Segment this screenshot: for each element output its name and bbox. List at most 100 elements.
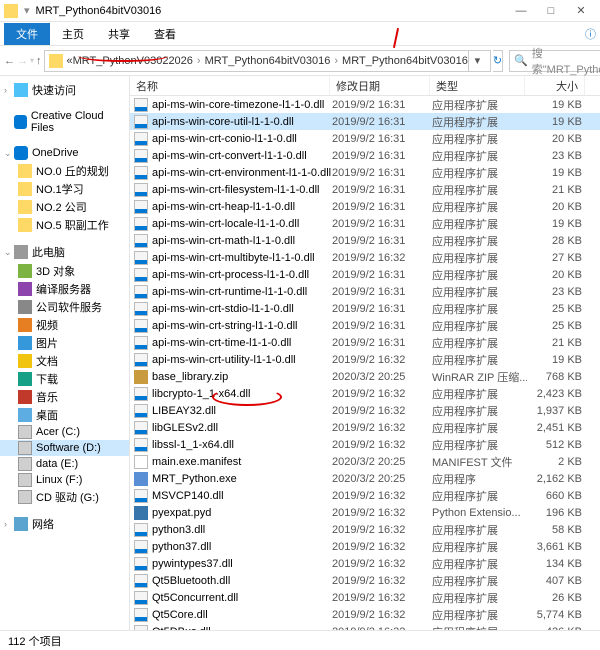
file-row[interactable]: api-ms-win-crt-conio-l1-1-0.dll2019/9/2 … [130,130,600,147]
nav-ccf[interactable]: Creative Cloud Files [0,108,129,136]
nav-onedrive[interactable]: ⌄OneDrive [0,144,129,162]
file-name: api-ms-win-crt-conio-l1-1-0.dll [152,133,332,145]
nav-quick-access[interactable]: ›快速访问 [0,80,129,100]
file-date: 2019/9/2 16:31 [332,116,432,128]
nav-item[interactable]: 图片 [0,334,129,352]
file-row[interactable]: python3.dll2019/9/2 16:32应用程序扩展58 KB [130,521,600,538]
minimize-button[interactable]: — [506,5,536,17]
maximize-button[interactable]: □ [536,5,566,17]
nav-item[interactable]: 下载 [0,370,129,388]
col-name[interactable]: 名称 [130,76,330,95]
tab-home[interactable]: 主页 [50,23,96,45]
nav-item[interactable]: 3D 对象 [0,262,129,280]
file-row[interactable]: api-ms-win-crt-environment-l1-1-0.dll201… [130,164,600,181]
ribbon-help-button[interactable]: ⓘ [585,26,596,42]
tab-file[interactable]: 文件 [4,23,50,45]
search-input[interactable]: 🔍 搜索"MRT_Python64bitV03... [509,50,600,72]
file-row[interactable]: api-ms-win-core-util-l1-1-0.dll2019/9/2 … [130,113,600,130]
nav-network[interactable]: ›网络 [0,514,129,534]
file-row[interactable]: main.exe.manifest2020/3/2 20:25MANIFEST … [130,453,600,470]
nav-item[interactable]: data (E:) [0,456,129,472]
file-row[interactable]: api-ms-win-crt-process-l1-1-0.dll2019/9/… [130,266,600,283]
nav-item[interactable]: NO.2 公司 [0,198,129,216]
nav-item[interactable]: CD 驱动 (G:) [0,488,129,506]
file-date: 2020/3/2 20:25 [332,473,432,485]
file-row[interactable]: api-ms-win-crt-runtime-l1-1-0.dll2019/9/… [130,283,600,300]
chevron-right-icon[interactable]: › [330,55,342,67]
nav-item[interactable]: 视频 [0,316,129,334]
back-button[interactable]: ← [4,50,15,72]
address-dropdown[interactable]: ▾ [468,51,486,71]
nav-item[interactable]: 编译服务器 [0,280,129,298]
file-row[interactable]: libGLESv2.dll2019/9/2 16:32应用程序扩展2,451 K… [130,419,600,436]
file-size: 660 KB [527,490,582,502]
file-row[interactable]: api-ms-win-crt-stdio-l1-1-0.dll2019/9/2 … [130,300,600,317]
nav-item[interactable]: NO.0 丘的规划 [0,162,129,180]
close-button[interactable]: ✕ [566,4,596,17]
nav-item[interactable]: 公司软件服务 [0,298,129,316]
file-row[interactable]: Qt5DBus.dll2019/9/2 16:32应用程序扩展426 KB [130,623,600,630]
file-name: api-ms-win-crt-stdio-l1-1-0.dll [152,303,332,315]
file-list[interactable]: 名称 修改日期 类型 大小 api-ms-win-core-timezone-l… [130,76,600,630]
file-row[interactable]: api-ms-win-crt-heap-l1-1-0.dll2019/9/2 1… [130,198,600,215]
file-type: 应用程序扩展 [432,148,527,164]
file-row[interactable]: MSVCP140.dll2019/9/2 16:32应用程序扩展660 KB [130,487,600,504]
crumb[interactable]: MRT_Python64bitV03016 [205,55,331,67]
file-name: api-ms-win-crt-runtime-l1-1-0.dll [152,286,332,298]
file-size: 28 KB [527,235,582,247]
file-row[interactable]: api-ms-win-core-timezone-l1-1-0.dll2019/… [130,96,600,113]
file-type: 应用程序扩展 [432,352,527,368]
file-type: 应用程序扩展 [432,216,527,232]
nav-item[interactable]: 音乐 [0,388,129,406]
nav-item[interactable]: Software (D:) [0,440,129,456]
file-row[interactable]: libssl-1_1-x64.dll2019/9/2 16:32应用程序扩展51… [130,436,600,453]
file-row[interactable]: api-ms-win-crt-locale-l1-1-0.dll2019/9/2… [130,215,600,232]
recent-dropdown[interactable]: ▾ [30,50,34,72]
nav-item[interactable]: NO.1学习 [0,180,129,198]
address-bar[interactable]: « MRT_PythonV03022026 › MRT_Python64bitV… [44,50,491,72]
refresh-button[interactable]: ↻ [493,50,503,72]
file-row[interactable]: api-ms-win-crt-filesystem-l1-1-0.dll2019… [130,181,600,198]
file-row[interactable]: Qt5Concurrent.dll2019/9/2 16:32应用程序扩展26 … [130,589,600,606]
nav-item[interactable]: Acer (C:) [0,424,129,440]
up-button[interactable]: ↑ [36,50,42,72]
file-date: 2019/9/2 16:31 [332,201,432,213]
col-type[interactable]: 类型 [430,76,525,95]
file-row[interactable]: MRT_Python.exe2020/3/2 20:25应用程序2,162 KB [130,470,600,487]
file-row[interactable]: libcrypto-1_1-x64.dll2019/9/2 16:32应用程序扩… [130,385,600,402]
file-name: api-ms-win-core-util-l1-1-0.dll [152,116,332,128]
file-row[interactable]: pyexpat.pyd2019/9/2 16:32Python Extensio… [130,504,600,521]
tab-share[interactable]: 共享 [96,23,142,45]
nav-item[interactable]: NO.5 职副工作 [0,216,129,234]
col-date[interactable]: 修改日期 [330,76,430,95]
py-icon [134,506,148,520]
dll-icon [134,557,148,571]
chevron-right-icon[interactable]: › [193,55,205,67]
file-row[interactable]: api-ms-win-crt-convert-l1-1-0.dll2019/9/… [130,147,600,164]
file-row[interactable]: api-ms-win-crt-time-l1-1-0.dll2019/9/2 1… [130,334,600,351]
file-row[interactable]: base_library.zip2020/3/2 20:25WinRAR ZIP… [130,368,600,385]
file-row[interactable]: api-ms-win-crt-utility-l1-1-0.dll2019/9/… [130,351,600,368]
file-row[interactable]: api-ms-win-crt-multibyte-l1-1-0.dll2019/… [130,249,600,266]
file-row[interactable]: python37.dll2019/9/2 16:32应用程序扩展3,661 KB [130,538,600,555]
crumb[interactable]: MRT_Python64bitV03016 [342,55,468,67]
file-row[interactable]: Qt5Bluetooth.dll2019/9/2 16:32应用程序扩展407 … [130,572,600,589]
nav-item[interactable]: 文档 [0,352,129,370]
file-row[interactable]: api-ms-win-crt-math-l1-1-0.dll2019/9/2 1… [130,232,600,249]
nav-this-pc[interactable]: ⌄此电脑 [0,242,129,262]
nav-item[interactable]: 桌面 [0,406,129,424]
forward-button[interactable]: → [17,50,28,72]
file-row[interactable]: LIBEAY32.dll2019/9/2 16:32应用程序扩展1,937 KB [130,402,600,419]
dll-icon [134,574,148,588]
col-size[interactable]: 大小 [525,76,585,95]
crumb[interactable]: MRT_PythonV03022026 [73,55,193,67]
file-row[interactable]: pywintypes37.dll2019/9/2 16:32应用程序扩展134 … [130,555,600,572]
file-size: 25 KB [527,320,582,332]
nav-pane[interactable]: ›快速访问 Creative Cloud Files ⌄OneDrive NO.… [0,76,130,630]
nav-item[interactable]: Linux (F:) [0,472,129,488]
tab-view[interactable]: 查看 [142,23,188,45]
file-row[interactable]: api-ms-win-crt-string-l1-1-0.dll2019/9/2… [130,317,600,334]
file-row[interactable]: Qt5Core.dll2019/9/2 16:32应用程序扩展5,774 KB [130,606,600,623]
file-name: api-ms-win-crt-multibyte-l1-1-0.dll [152,252,332,264]
qat-icon[interactable]: ▾ [24,4,30,17]
